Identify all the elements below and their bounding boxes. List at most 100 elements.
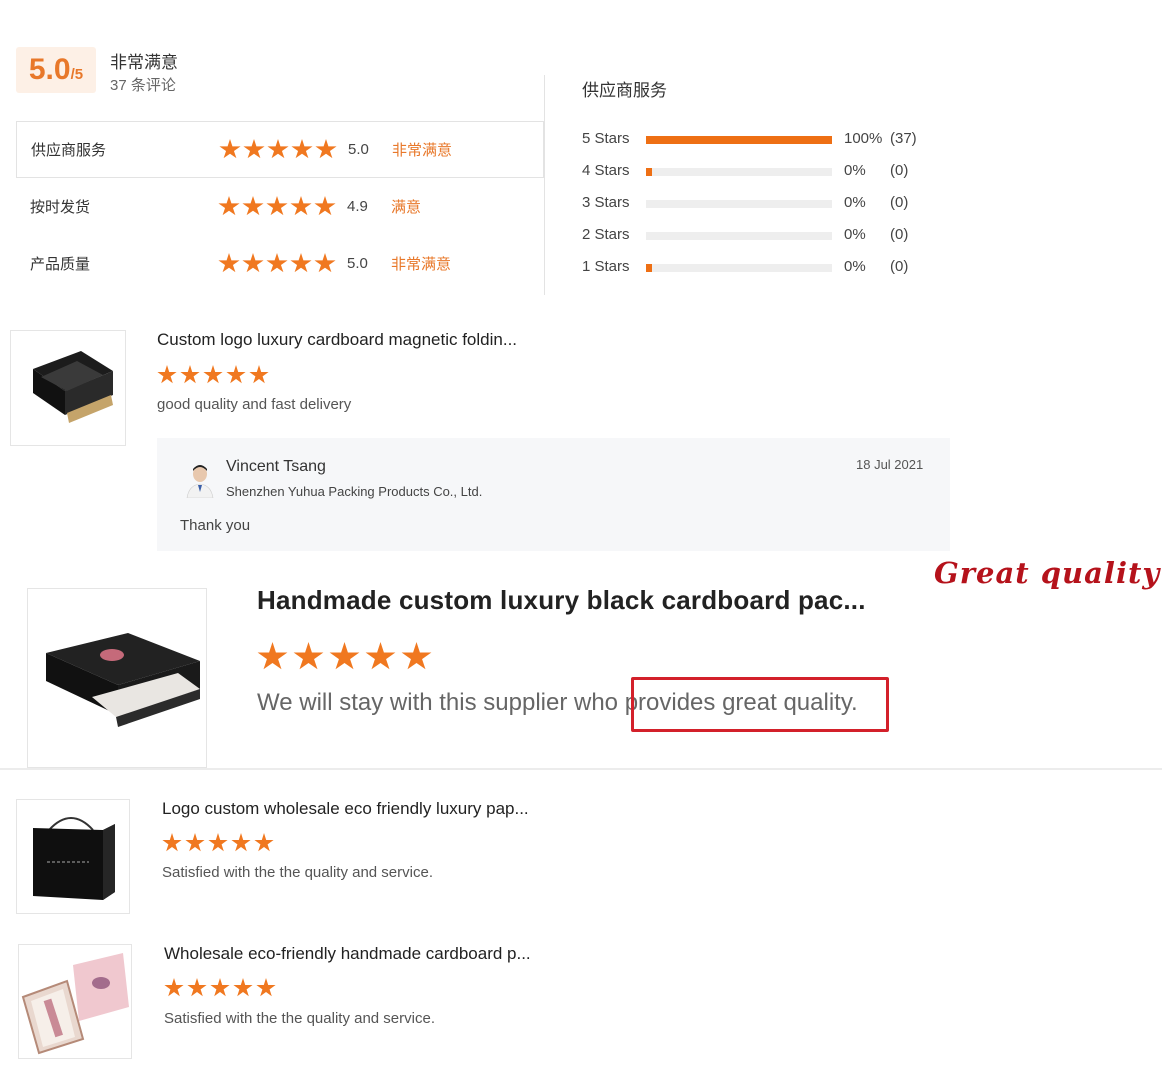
star-icon	[249, 365, 269, 384]
rating-value: 5.0	[347, 255, 368, 272]
distribution-percent: 100%	[844, 130, 883, 147]
star-icon	[256, 978, 276, 997]
distribution-track	[646, 168, 832, 176]
highlight-box	[631, 677, 889, 732]
distribution-count: (0)	[890, 226, 909, 243]
rating-row-service[interactable]: 供应商服务 5.0 非常满意	[16, 121, 544, 178]
distribution-label: 2 Stars	[582, 226, 630, 243]
star-icon	[257, 642, 288, 670]
distribution-row[interactable]: 5 Stars 100% (37)	[582, 130, 962, 150]
distribution-label: 3 Stars	[582, 194, 630, 211]
distribution-track	[646, 232, 832, 240]
review-text: Satisfied with the the quality and servi…	[164, 1010, 435, 1027]
distribution-fill	[646, 168, 652, 176]
distribution-track	[646, 136, 832, 144]
star-icon	[233, 978, 253, 997]
distribution-label: 4 Stars	[582, 162, 630, 179]
product-thumbnail[interactable]	[18, 944, 132, 1059]
rating-label: 供应商服务	[31, 142, 107, 159]
star-icon	[185, 833, 205, 852]
section-divider	[0, 768, 1162, 770]
rating-stars	[218, 253, 336, 274]
distribution-row[interactable]: 1 Stars 0% (0)	[582, 258, 962, 278]
distribution-track	[646, 200, 832, 208]
review-product-title[interactable]: Wholesale eco-friendly handmade cardboar…	[164, 944, 531, 964]
star-icon	[267, 139, 289, 159]
rating-row-quality[interactable]: 产品质量 5.0 非常满意	[16, 235, 544, 292]
star-icon	[401, 642, 432, 670]
distribution-row[interactable]: 3 Stars 0% (0)	[582, 194, 962, 214]
paper-bag-image	[17, 800, 129, 913]
star-icon	[162, 833, 182, 852]
rating-table: 供应商服务 5.0 非常满意 按时发货 4.9 满意 产品质量 5.0 非常满意	[16, 121, 544, 292]
distribution-label: 1 Stars	[582, 258, 630, 275]
reply-text: Thank you	[180, 517, 251, 534]
distribution-percent: 0%	[844, 194, 866, 211]
great-quality-badge: Great quality	[934, 556, 1161, 590]
distribution-percent: 0%	[844, 258, 866, 275]
star-icon	[266, 253, 288, 273]
rating-text: 非常满意	[392, 142, 453, 159]
rating-text: 满意	[391, 199, 422, 216]
star-icon	[210, 978, 230, 997]
distribution-count: (0)	[890, 162, 909, 179]
star-icon	[254, 833, 274, 852]
review-product-title[interactable]: Handmade custom luxury black cardboard p…	[257, 585, 866, 616]
review-stars	[164, 978, 276, 998]
star-icon	[290, 253, 312, 273]
star-icon	[291, 139, 313, 159]
star-icon	[315, 139, 337, 159]
star-icon	[365, 642, 396, 670]
star-icon	[314, 253, 336, 273]
person-avatar-icon	[185, 462, 215, 499]
star-icon	[242, 196, 264, 216]
drawer-box-image	[28, 589, 206, 767]
review-text: good quality and fast delivery	[157, 396, 352, 413]
star-icon	[293, 642, 324, 670]
product-thumbnail[interactable]	[10, 330, 126, 446]
star-icon	[180, 365, 200, 384]
star-icon	[203, 365, 223, 384]
distribution-row[interactable]: 4 Stars 0% (0)	[582, 162, 962, 182]
distribution-count: (0)	[890, 194, 909, 211]
review-product-title[interactable]: Logo custom wholesale eco friendly luxur…	[162, 799, 529, 819]
star-icon	[157, 365, 177, 384]
star-icon	[242, 253, 264, 273]
star-icon	[218, 196, 240, 216]
star-icon	[208, 833, 228, 852]
distribution-count: (37)	[890, 130, 917, 147]
star-icon	[314, 196, 336, 216]
distribution-title: 供应商服务	[582, 81, 667, 100]
review-stars	[257, 642, 432, 672]
overall-score: 5.0	[28, 53, 71, 86]
distribution-row[interactable]: 2 Stars 0% (0)	[582, 226, 962, 246]
star-icon	[218, 253, 240, 273]
star-icon	[219, 139, 241, 159]
star-icon	[266, 196, 288, 216]
overall-score-max: /5	[70, 66, 84, 83]
rating-row-delivery[interactable]: 按时发货 4.9 满意	[16, 178, 544, 235]
divider	[544, 75, 545, 295]
rating-text: 非常满意	[391, 256, 452, 273]
rating-stars	[218, 196, 336, 217]
product-thumbnail[interactable]	[16, 799, 130, 914]
overall-score-box: 5.0 /5	[16, 47, 96, 93]
reply-author-name: Vincent Tsang	[226, 458, 326, 475]
reply-company: Shenzhen Yuhua Packing Products Co., Ltd…	[226, 484, 483, 499]
rating-label: 按时发货	[30, 199, 91, 216]
star-icon	[164, 978, 184, 997]
star-icon	[187, 978, 207, 997]
review-stars	[162, 833, 274, 853]
rating-label: 产品质量	[30, 256, 91, 273]
star-icon	[226, 365, 246, 384]
star-icon	[231, 833, 251, 852]
product-thumbnail[interactable]	[27, 588, 207, 768]
distribution-track	[646, 264, 832, 272]
rating-value: 4.9	[347, 198, 368, 215]
magnetic-box-image	[11, 331, 125, 445]
distribution-percent: 0%	[844, 162, 866, 179]
overall-score-label: 非常满意	[110, 53, 178, 72]
review-product-title[interactable]: Custom logo luxury cardboard magnetic fo…	[157, 330, 517, 350]
distribution-count: (0)	[890, 258, 909, 275]
distribution-label: 5 Stars	[582, 130, 630, 147]
